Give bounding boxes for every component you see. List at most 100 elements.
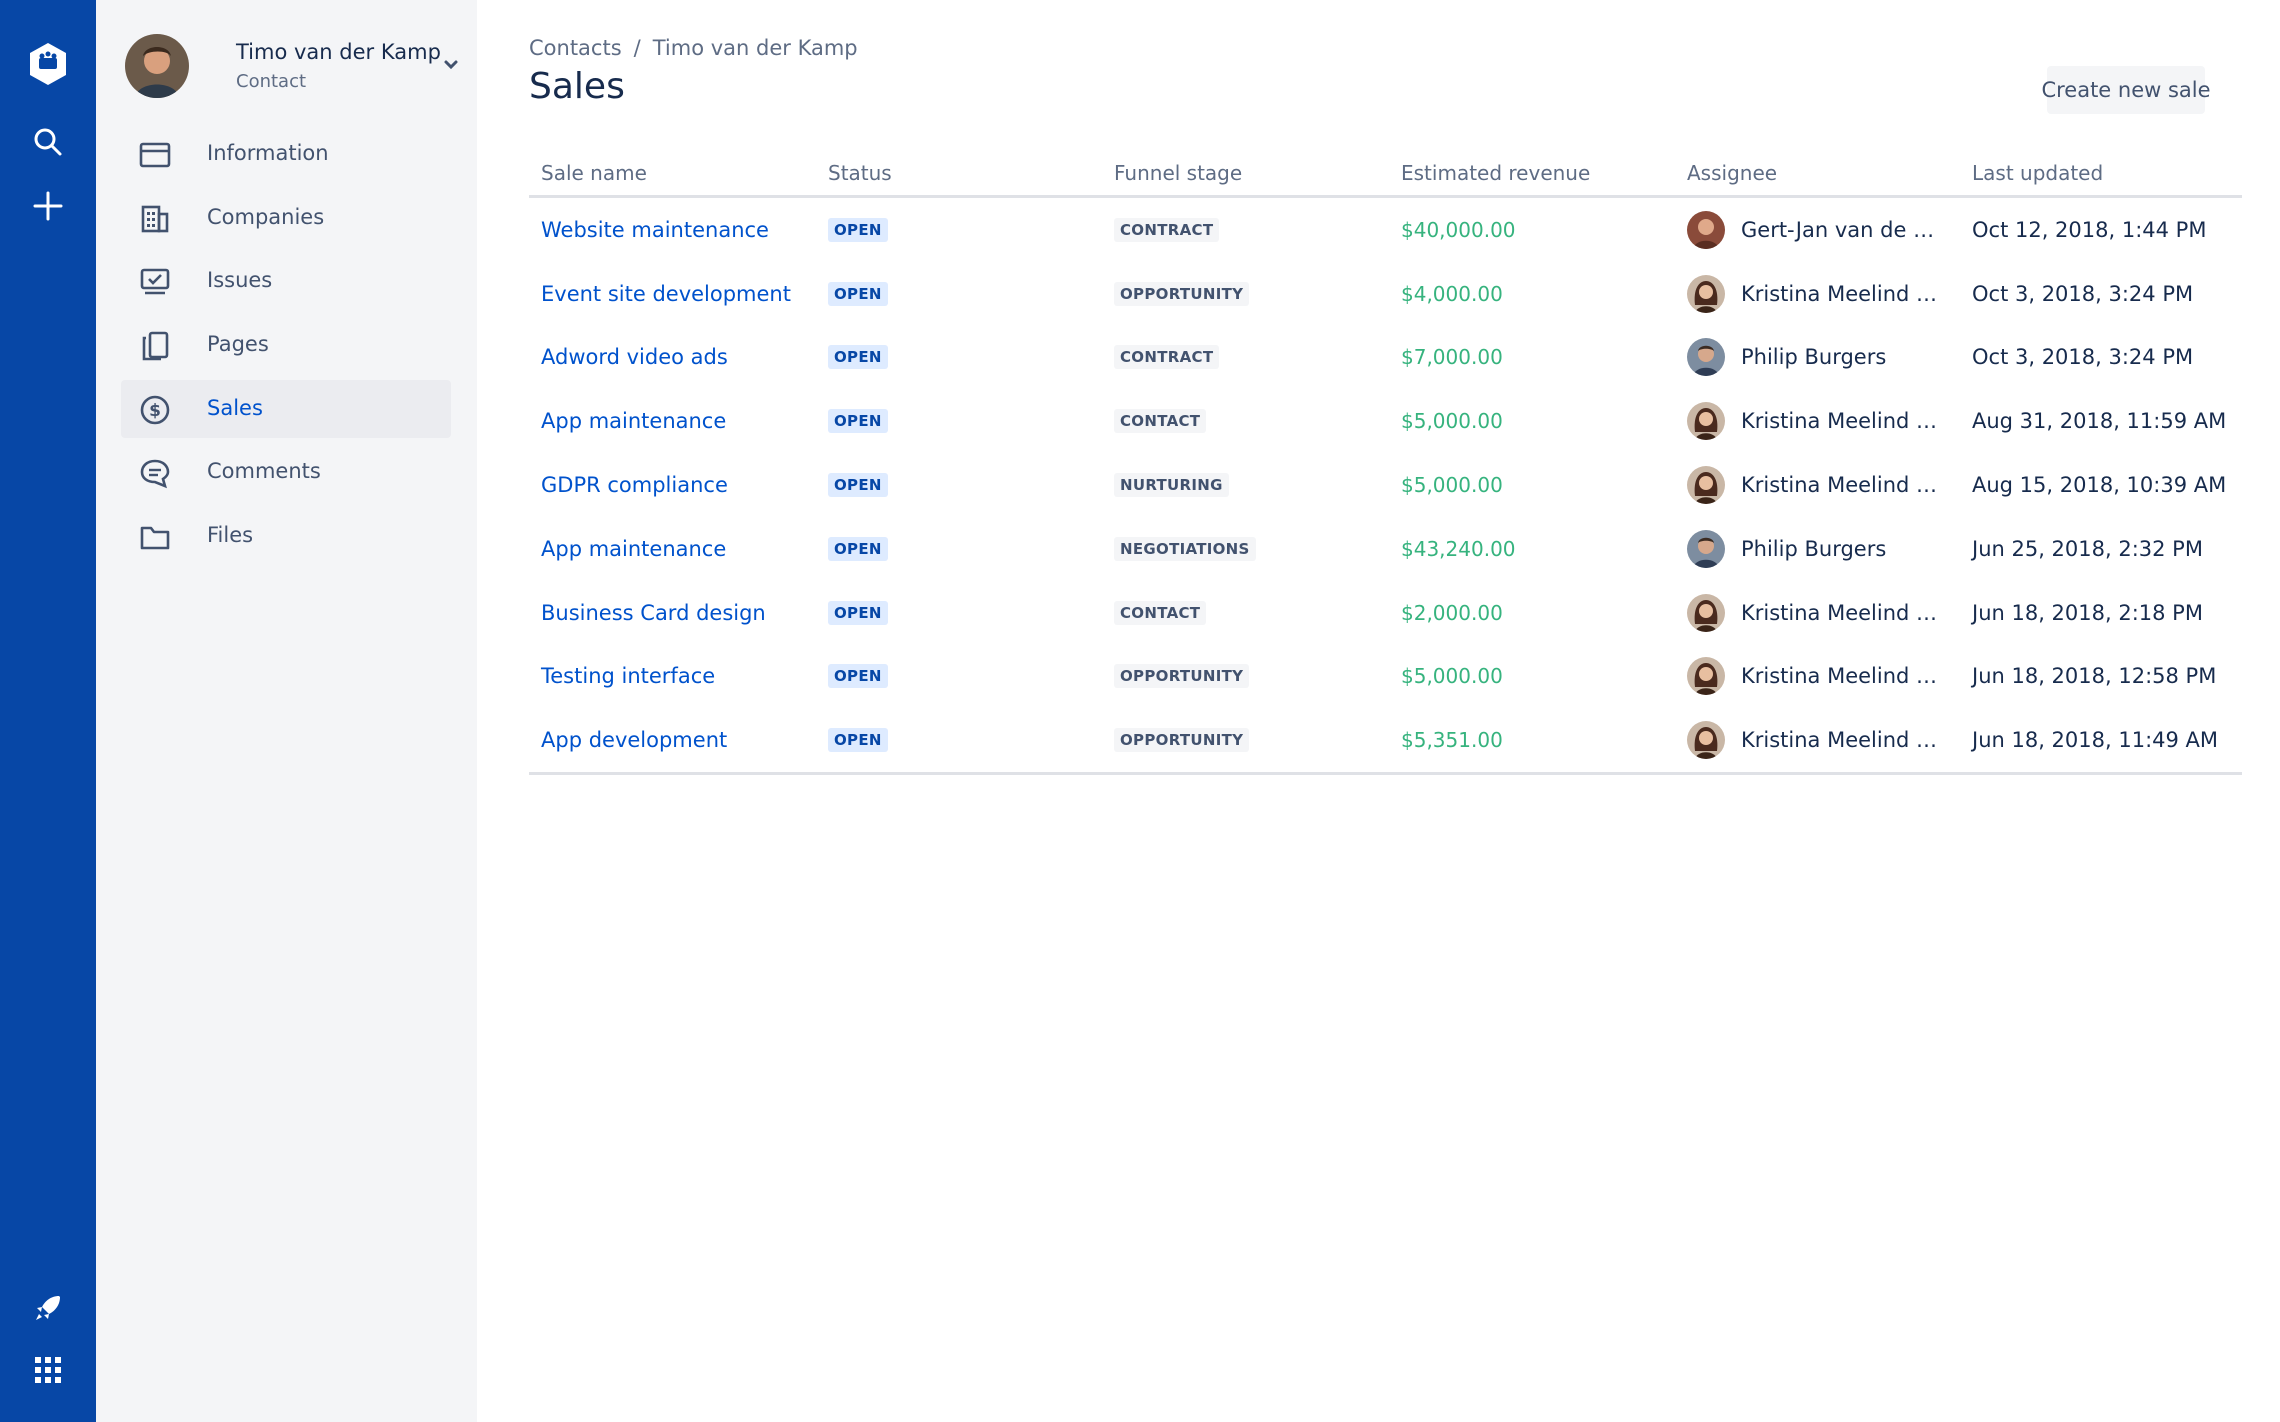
avatar: [1687, 721, 1725, 760]
last-updated-cell: Jun 18, 2018, 11:49 AM: [1972, 708, 2218, 772]
avatar: [1687, 593, 1725, 632]
assignee-name[interactable]: Kristina Meelind [...: [1741, 664, 1941, 688]
profile-subtitle: Contact: [236, 71, 307, 92]
funnel-stage-cell: CONTACT: [1114, 389, 1207, 453]
notification-rocket-icon[interactable]: [24, 1284, 72, 1332]
column-header-assignee[interactable]: Assignee: [1687, 161, 1777, 185]
sidebar-item-pages[interactable]: Pages: [121, 316, 451, 374]
estimated-revenue-value: $5,351.00: [1401, 728, 1503, 753]
sidebar-item-label: Pages: [207, 332, 269, 357]
avatar: [125, 34, 189, 98]
assignee-name[interactable]: Philip Burgers: [1741, 537, 1886, 561]
search-icon[interactable]: [24, 118, 72, 166]
assignee-name[interactable]: Kristina Meelind [...: [1741, 282, 1941, 306]
avatar: [1687, 657, 1725, 696]
funnel-stage-cell: CONTACT: [1114, 581, 1207, 645]
comment-icon: [139, 457, 171, 489]
last-updated-cell: Aug 15, 2018, 10:39 AM: [1972, 453, 2226, 517]
sale-name-link[interactable]: Website maintenance: [541, 218, 769, 242]
global-nav: [0, 0, 96, 1422]
sidebar-item-label: Comments: [207, 459, 321, 484]
sales-table: Sale name Status Funnel stage Estimated …: [529, 155, 2242, 776]
last-updated-cell: Jun 18, 2018, 12:58 PM: [1972, 645, 2216, 709]
profile-name: Timo van der Kamp: [236, 40, 441, 64]
sale-name-link[interactable]: App maintenance: [541, 537, 726, 561]
estimated-revenue-value: $5,000.00: [1401, 473, 1503, 498]
plus-icon[interactable]: [24, 182, 72, 230]
avatar: [1687, 466, 1725, 505]
assignee-name[interactable]: Kristina Meelind [...: [1741, 473, 1941, 497]
last-updated-value: Jun 18, 2018, 2:18 PM: [1972, 600, 2203, 625]
column-header-funnel-stage[interactable]: Funnel stage: [1114, 161, 1242, 185]
sale-name-cell: GDPR compliance: [541, 453, 728, 517]
sale-name-link[interactable]: App maintenance: [541, 409, 726, 433]
main-content: Contacts / Timo van der Kamp Sales Create …: [477, 0, 2280, 1422]
status-badge: OPEN: [828, 345, 888, 370]
sale-name-cell: Website maintenance: [541, 198, 769, 262]
sale-name-link[interactable]: Event site development: [541, 282, 791, 306]
estimated-revenue-value: $5,000.00: [1401, 664, 1503, 689]
revenue-cell: $5,000.00: [1401, 389, 1503, 453]
status-badge: OPEN: [828, 217, 888, 242]
sidebar-item-companies[interactable]: Companies: [121, 189, 451, 247]
sale-name-link[interactable]: App development: [541, 728, 727, 752]
sale-name-link[interactable]: Testing interface: [541, 664, 715, 688]
page-title: Sales: [529, 66, 625, 107]
column-header-estimated-revenue[interactable]: Estimated revenue: [1401, 161, 1590, 185]
assignee-name[interactable]: Kristina Meelind [...: [1741, 409, 1941, 433]
table-row: App maintenance OPEN NEGOTIATIONS $43,24…: [529, 517, 2242, 581]
sidebar-item-label: Issues: [207, 268, 273, 293]
column-header-status[interactable]: Status: [828, 161, 892, 185]
assignee-name[interactable]: Kristina Meelind [...: [1741, 601, 1941, 625]
create-new-sale-button[interactable]: Create new sale: [2041, 66, 2211, 114]
card-icon: [139, 139, 171, 171]
sidebar-item-issues[interactable]: Issues: [121, 252, 451, 310]
status-cell: OPEN: [828, 326, 888, 390]
sidebar-item-information[interactable]: Information: [121, 125, 451, 183]
last-updated-cell: Jun 25, 2018, 2:32 PM: [1972, 517, 2203, 581]
funnel-stage-cell: CONTRACT: [1114, 326, 1220, 390]
assignee-name[interactable]: Gert-Jan van de S...: [1741, 218, 1941, 242]
sale-name-link[interactable]: Adword video ads: [541, 345, 728, 369]
funnel-stage-cell: NURTURING: [1114, 453, 1229, 517]
last-updated-value: Aug 15, 2018, 10:39 AM: [1972, 473, 2227, 498]
revenue-cell: $5,000.00: [1401, 453, 1503, 517]
avatar: [1687, 338, 1725, 377]
sidebar-item-label: Companies: [207, 204, 325, 229]
revenue-cell: $7,000.00: [1401, 326, 1503, 390]
table-body: Website maintenance OPEN CONTRACT $40,00…: [529, 198, 2242, 776]
profile-switcher[interactable]: Timo van der Kamp Contact: [125, 34, 458, 98]
breadcrumb: Contacts / Timo van der Kamp: [529, 36, 858, 60]
sale-name-cell: App maintenance: [541, 389, 726, 453]
sale-name-link[interactable]: Business Card design: [541, 601, 766, 625]
sidebar-item-files[interactable]: Files: [121, 507, 451, 565]
svg-text:$: $: [149, 401, 161, 421]
status-badge: OPEN: [828, 281, 888, 306]
sale-name-cell: Event site development: [541, 262, 791, 326]
status-cell: OPEN: [828, 453, 888, 517]
sidebar-item-label: Sales: [207, 395, 263, 420]
last-updated-cell: Oct 3, 2018, 3:24 PM: [1972, 326, 2193, 390]
column-header-sale-name[interactable]: Sale name: [541, 161, 647, 185]
estimated-revenue-value: $7,000.00: [1401, 345, 1503, 370]
sidebar-item-comments[interactable]: Comments: [121, 443, 451, 501]
breadcrumb-current-link[interactable]: Timo van der Kamp: [653, 36, 858, 60]
assignee-cell: Philip Burgers: [1687, 517, 1886, 581]
table-row: App development OPEN OPPORTUNITY $5,351.…: [529, 708, 2242, 772]
team-logo-icon[interactable]: [24, 40, 72, 88]
assignee-name[interactable]: Kristina Meelind [...: [1741, 728, 1941, 752]
column-header-last-updated[interactable]: Last updated: [1972, 161, 2103, 185]
sidebar-item-sales[interactable]: $ Sales: [121, 379, 451, 438]
table-row: Testing interface OPEN OPPORTUNITY $5,00…: [529, 645, 2242, 709]
chevron-down-icon: [443, 56, 459, 75]
revenue-cell: $4,000.00: [1401, 262, 1503, 326]
breadcrumb-contacts-link[interactable]: Contacts: [529, 36, 622, 60]
sale-name-link[interactable]: GDPR compliance: [541, 473, 728, 497]
app-switcher-icon[interactable]: [24, 1346, 72, 1394]
assignee-name[interactable]: Philip Burgers: [1741, 345, 1886, 369]
table-row: GDPR compliance OPEN NURTURING $5,000.00…: [529, 453, 2242, 517]
sidebar: Timo van der Kamp Contact Information Co…: [96, 0, 477, 1422]
funnel-stage-cell: OPPORTUNITY: [1114, 645, 1250, 709]
last-updated-value: Jun 18, 2018, 12:58 PM: [1972, 664, 2217, 689]
funnel-stage-cell: CONTRACT: [1114, 198, 1220, 262]
